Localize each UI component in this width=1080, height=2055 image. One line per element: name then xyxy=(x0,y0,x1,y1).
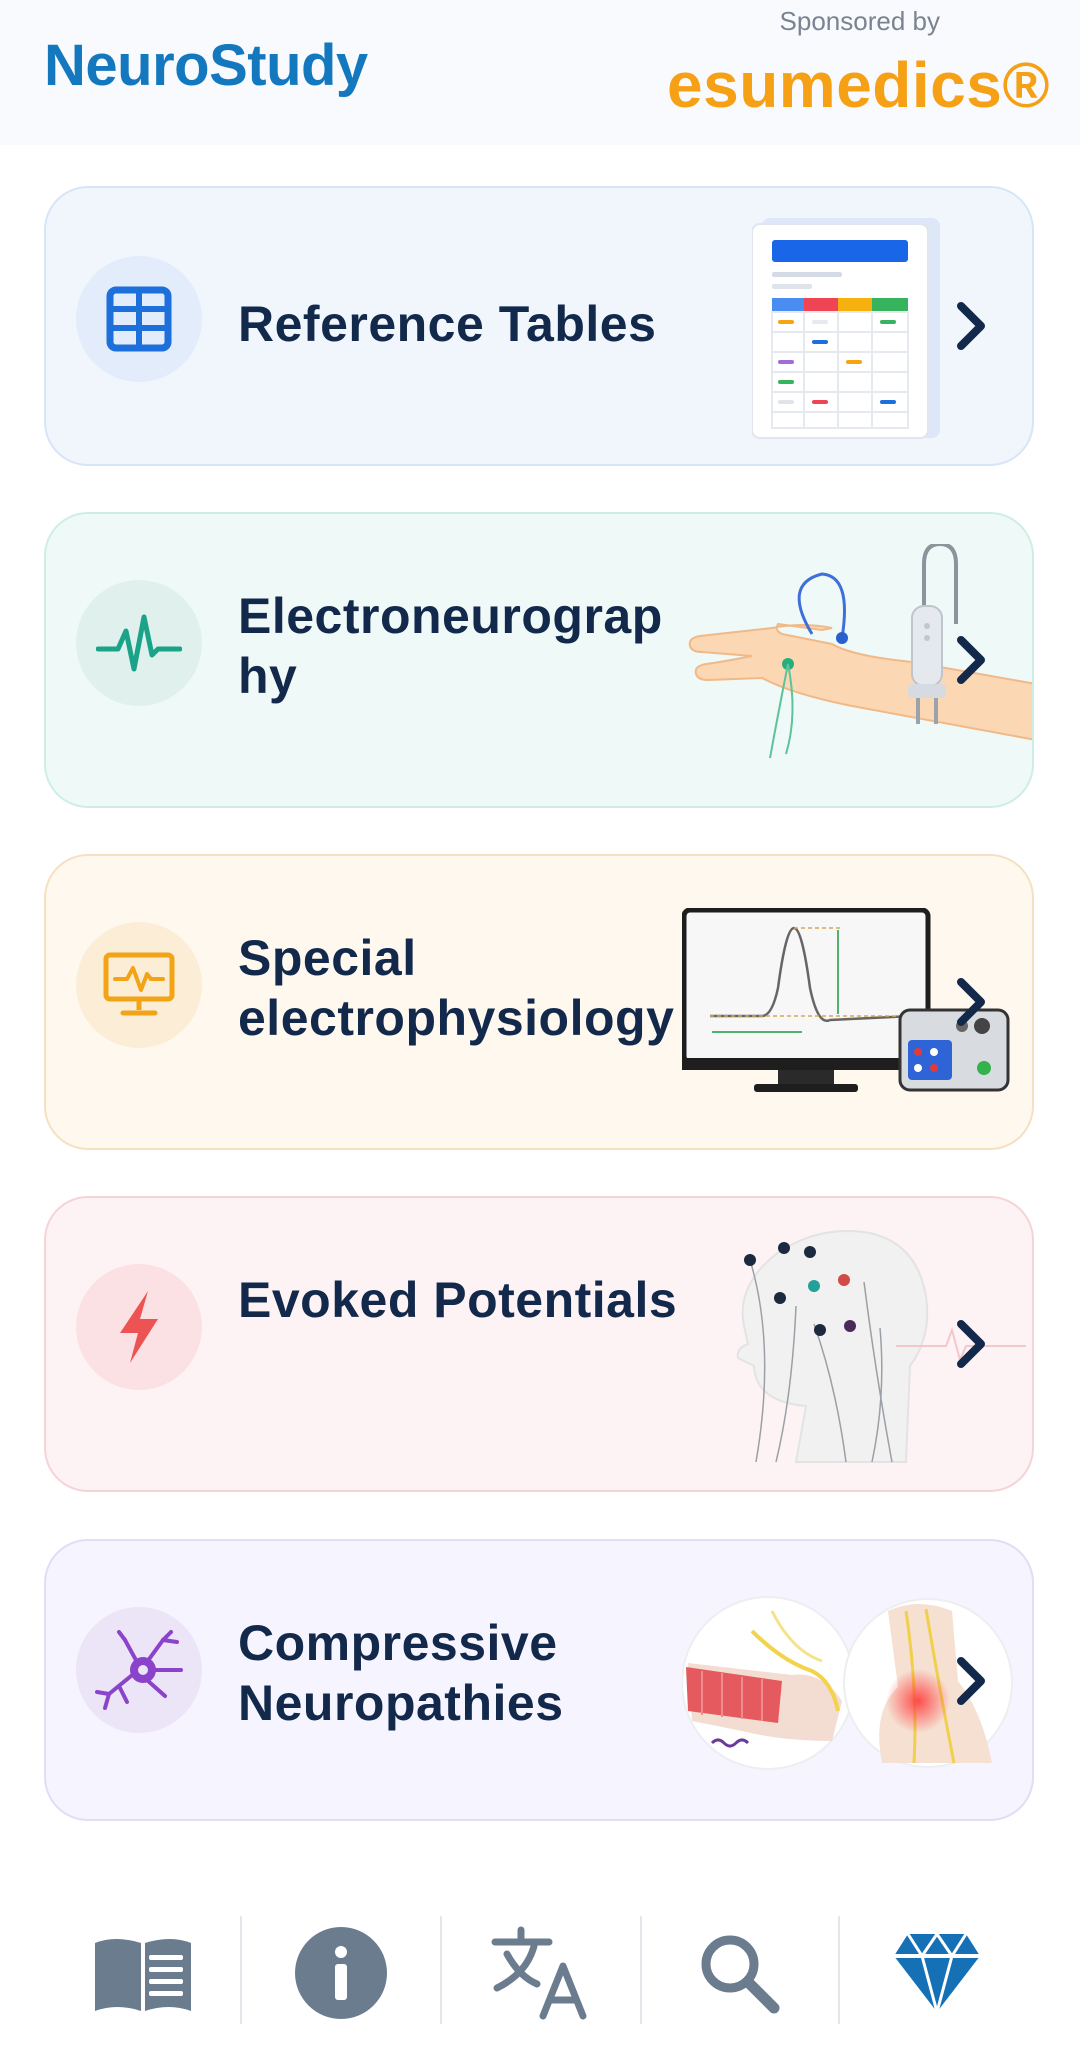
nav-search[interactable] xyxy=(640,1890,838,2055)
monitor-waveform-icon xyxy=(76,922,202,1048)
card-label: Special electrophysiology xyxy=(238,930,675,1046)
nav-book[interactable] xyxy=(44,1890,242,2055)
neuron-icon xyxy=(76,1607,202,1733)
card-label: Compressive Neuropathies xyxy=(238,1615,564,1731)
chevron-right-icon xyxy=(957,302,985,350)
card-reference-tables[interactable]: Reference Tables xyxy=(44,186,1034,466)
card-compressive-neuropathies[interactable]: Compressive Neuropathies xyxy=(44,1539,1034,1821)
card-electroneurography[interactable]: Electroneurograp hy xyxy=(44,512,1034,808)
search-icon xyxy=(701,1935,780,2013)
card-label: Evoked Potentials xyxy=(238,1272,678,1328)
chevron-right-icon xyxy=(957,978,985,1026)
sponsor-logo[interactable]: esumedics® xyxy=(667,48,1050,122)
card-evoked-potentials[interactable]: Evoked Potentials xyxy=(44,1196,1034,1492)
app-header: NeuroStudy Sponsored by esumedics® xyxy=(0,0,1080,145)
lightning-bolt-icon xyxy=(76,1264,202,1390)
sponsored-label: Sponsored by xyxy=(779,6,940,36)
nav-premium[interactable] xyxy=(838,1890,1036,2055)
pulse-waveform-icon xyxy=(76,580,202,706)
nav-info[interactable] xyxy=(242,1890,440,2055)
card-label: Reference Tables xyxy=(238,296,657,352)
nav-translate[interactable] xyxy=(442,1890,640,2055)
bottom-navigation xyxy=(0,1890,1080,2055)
app-title: NeuroStudy xyxy=(44,33,368,98)
reference-table-illustration xyxy=(752,218,940,439)
book-icon xyxy=(95,1938,191,2011)
info-icon xyxy=(295,1926,387,2019)
chevron-right-icon xyxy=(957,636,985,684)
card-special-electrophysiology[interactable]: Special electrophysiology xyxy=(44,854,1034,1150)
table-grid-icon xyxy=(76,256,202,382)
chevron-right-icon xyxy=(957,1657,985,1705)
diamond-icon xyxy=(894,1931,980,2014)
card-label: Electroneurograp hy xyxy=(238,588,663,704)
chevron-right-icon xyxy=(957,1320,985,1368)
translate-icon xyxy=(491,1926,587,2019)
